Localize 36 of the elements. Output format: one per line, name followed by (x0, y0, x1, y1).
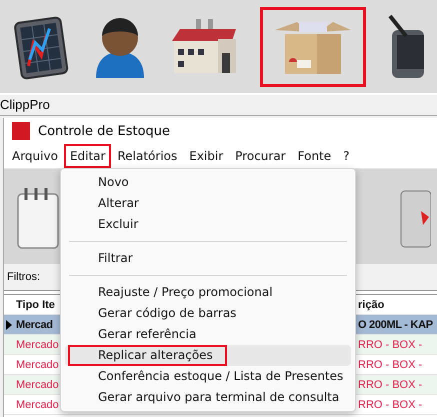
menu-title[interactable]: ? (337, 144, 356, 168)
table-cell-text: RRO - BOX - (357, 338, 424, 350)
menu-title[interactable]: Arquivo (6, 144, 64, 168)
column-header[interactable]: Tipo Ite (14, 298, 60, 310)
menu-title[interactable]: Procurar (229, 144, 292, 168)
cardboard-box-icon[interactable] (260, 6, 366, 86)
menu-item[interactable]: Alterar (65, 193, 351, 214)
menu-title[interactable]: Editar (64, 144, 112, 168)
app-logo-icon (12, 122, 30, 140)
column-header[interactable]: rição (356, 298, 437, 310)
table-cell-text: RRO - BOX - (357, 358, 424, 370)
table-cell-text: Mercado (15, 338, 60, 350)
menu-title[interactable]: Exibir (183, 144, 230, 168)
menu-item[interactable]: Conferência estoque / Lista de Presentes (65, 366, 351, 387)
menu-title[interactable]: Relatórios (111, 144, 184, 168)
table-cell-text: Mercado (15, 398, 60, 410)
menu-item[interactable]: Gerar código de barras (65, 303, 351, 324)
menu-item[interactable]: Novo (65, 172, 351, 193)
menu-item[interactable]: Replicar alterações (65, 345, 351, 366)
table-cell-text: Mercad (15, 318, 54, 330)
table-cell-text: Mercado (15, 358, 60, 370)
menu-item[interactable]: Excluir (65, 214, 351, 235)
menu-item[interactable]: Reajuste / Preço promocional (65, 282, 351, 303)
app-name: ClippPro (0, 97, 50, 112)
filters-label: Filtros: (7, 271, 40, 283)
menu-item[interactable]: Gerar referência (65, 324, 351, 345)
table-cell-text: RRO - BOX - (357, 378, 424, 390)
menu-item[interactable]: Gerar arquivo para terminal de consulta (65, 387, 351, 408)
table-cell-text: Mercado (15, 378, 60, 390)
tablet-pen-icon[interactable] (386, 14, 424, 80)
table-cell-text: O 200ML - KAP (357, 318, 434, 330)
window-title: Controle de Estoque (38, 124, 170, 138)
table-cell-text: RRO - BOX - (357, 398, 424, 410)
menu-title[interactable]: Fonte (292, 144, 338, 168)
menu-item[interactable]: Filtrar (65, 248, 351, 269)
row-pointer-icon (6, 320, 12, 330)
